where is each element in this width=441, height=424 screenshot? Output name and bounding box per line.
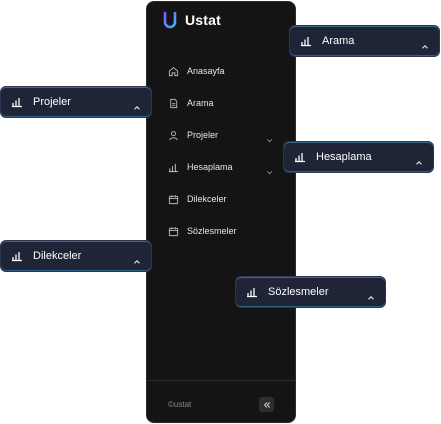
calendar-icon [168,226,179,237]
chevron-down-icon[interactable] [266,163,273,175]
sidebar-item-anasayfa[interactable]: Anasayfa [147,55,295,87]
document-icon [168,98,179,109]
sidebar-item-label: Dilekceler [187,194,227,204]
bar-chart-icon [300,35,312,47]
sidebar-item-arama[interactable]: Arama [147,87,295,119]
chip-label: Arama [322,35,355,47]
chevron-up-icon[interactable] [415,154,423,165]
brand[interactable]: Ustat [163,11,221,29]
chevron-up-icon[interactable] [133,99,141,110]
chip-label: Hesaplama [316,151,372,163]
sidebar-item-label: Projeler [187,130,219,140]
footer-copyright: ©ustat [168,400,192,409]
chevron-down-icon[interactable] [266,131,273,143]
chip-sozlesmeler[interactable]: Sözlesmeler [235,276,386,308]
bar-chart-icon [11,250,23,262]
sidebar-item-hesaplama[interactable]: Hesaplama [147,151,295,183]
chip-hesaplama[interactable]: Hesaplama [283,141,434,173]
double-chevron-left-icon [263,401,271,409]
calendar-icon [168,194,179,205]
bar-chart-icon [168,162,179,173]
sidebar-item-label: Anasayfa [187,66,225,76]
chevron-up-icon[interactable] [133,253,141,264]
chevron-up-icon[interactable] [421,38,429,49]
sidebar-item-label: Hesaplama [187,162,233,172]
home-icon [168,66,179,77]
sidebar-item-label: Sözlesmeler [187,226,237,236]
sidebar: Ustat Anasayfa Arama Projeler Hesaplama … [146,1,296,423]
chip-label: Dilekceler [33,250,82,262]
collapse-sidebar-button[interactable] [259,397,274,412]
sidebar-item-projeler[interactable]: Projeler [147,119,295,151]
sidebar-nav: Anasayfa Arama Projeler Hesaplama Dilekc… [147,55,295,247]
logo-icon [163,11,177,29]
user-icon [168,130,179,141]
chevron-up-icon[interactable] [367,289,375,300]
bar-chart-icon [11,96,23,108]
brand-name: Ustat [185,12,222,28]
chip-label: Sözlesmeler [268,286,329,298]
bar-chart-icon [246,286,258,298]
chip-dilekceler[interactable]: Dilekceler [0,240,152,272]
chip-label: Projeler [33,96,71,108]
footer-divider [147,380,295,381]
sidebar-item-label: Arama [187,98,214,108]
chip-arama[interactable]: Arama [289,25,440,57]
chip-projeler[interactable]: Projeler [0,86,152,118]
sidebar-item-sozlesmeler[interactable]: Sözlesmeler [147,215,295,247]
sidebar-item-dilekceler[interactable]: Dilekceler [147,183,295,215]
bar-chart-icon [294,151,306,163]
